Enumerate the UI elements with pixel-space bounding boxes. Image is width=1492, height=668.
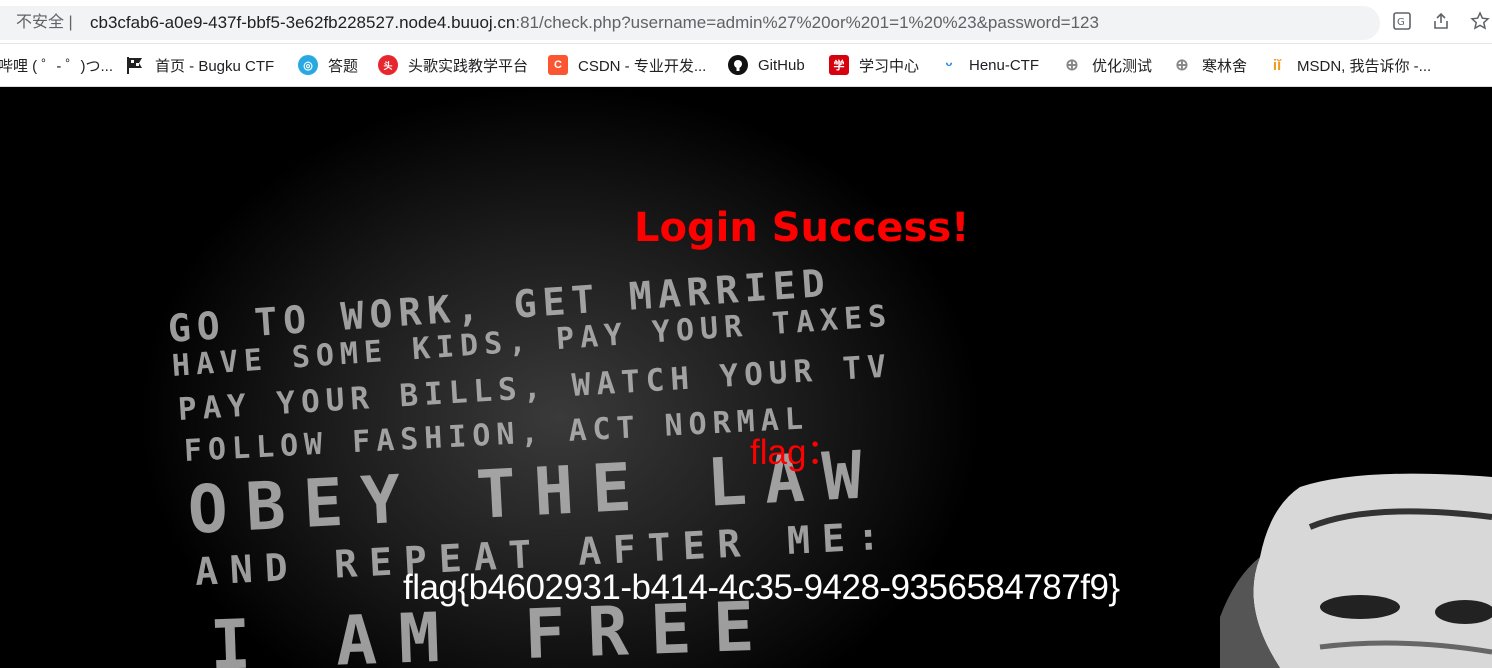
page-content: GO TO WORK, GET MARRIED HAVE SOME KIDS, … bbox=[0, 87, 1492, 668]
toutiao-icon: 头 bbox=[378, 55, 398, 75]
bookmark-label: 寒林舍 bbox=[1202, 57, 1248, 75]
bookmark-henu[interactable]: ᵕ Henu-CTF bbox=[939, 44, 1040, 86]
star-icon[interactable] bbox=[1468, 9, 1492, 33]
bookmark-study[interactable]: 学 学习中心 bbox=[829, 44, 919, 86]
bookmark-label: 头歌实践教学平台 bbox=[408, 57, 529, 75]
bookmark-label: 答题 bbox=[328, 57, 359, 75]
flag-icon bbox=[125, 55, 145, 75]
url-path: :81/check.php?username=admin%27%20or%201… bbox=[515, 13, 1099, 32]
msdn-icon: iǐ bbox=[1272, 56, 1282, 74]
bookmark-csdn[interactable]: C CSDN - 专业开发... bbox=[548, 44, 706, 86]
bookmark-label: 首页 - Bugku CTF bbox=[155, 57, 275, 75]
flag-label: flag： bbox=[750, 433, 842, 472]
bookmark-label: 哔哩 ( ゜- ゜)つ... bbox=[0, 57, 113, 75]
bookmark-quiz[interactable]: ◎ 答题 bbox=[298, 44, 358, 86]
translate-icon[interactable]: G bbox=[1390, 9, 1414, 33]
bookmark-hanlinshe[interactable]: ⊕ 寒林舍 bbox=[1172, 44, 1247, 86]
bookmark-label: 优化测试 bbox=[1092, 57, 1153, 75]
svg-text:G: G bbox=[1397, 17, 1405, 28]
share-icon[interactable] bbox=[1429, 9, 1453, 33]
bookmark-github[interactable]: GitHub bbox=[728, 44, 805, 86]
security-indicator[interactable]: 不安全 | bbox=[16, 6, 73, 40]
bookmark-label: 学习中心 bbox=[859, 57, 920, 75]
github-icon bbox=[728, 55, 748, 75]
bookmark-label: MSDN, 我告诉你 -... bbox=[1297, 57, 1432, 75]
bookmark-label: GitHub bbox=[758, 56, 805, 74]
globe-icon: ⊕ bbox=[1065, 57, 1079, 74]
csdn-icon: C bbox=[548, 55, 568, 75]
bookmark-optimize[interactable]: ⊕ 优化测试 bbox=[1062, 44, 1152, 86]
address-bar: 不安全 | cb3cfab6-a0e9-437f-bbf5-3e62fb2285… bbox=[0, 0, 1492, 44]
omnibox[interactable]: 不安全 | cb3cfab6-a0e9-437f-bbf5-3e62fb2285… bbox=[0, 6, 1380, 40]
henu-icon: ᵕ bbox=[945, 55, 953, 74]
bookmarks-bar: 哔哩 ( ゜- ゜)つ... 首页 - Bugku CTF ◎ 答题 头 头歌实… bbox=[0, 44, 1492, 87]
bookmark-bilibili[interactable]: 哔哩 ( ゜- ゜)つ... bbox=[0, 44, 113, 86]
flag-value: flag{b4602931-b414-4c35-9428-9356584787f… bbox=[403, 568, 1120, 607]
bookmark-bugku[interactable]: 首页 - Bugku CTF bbox=[125, 44, 274, 86]
mask-image bbox=[1220, 473, 1492, 668]
url-field[interactable]: cb3cfab6-a0e9-437f-bbf5-3e62fb228527.nod… bbox=[90, 6, 1099, 40]
url-host: cb3cfab6-a0e9-437f-bbf5-3e62fb228527.nod… bbox=[90, 13, 516, 32]
bookmark-toutiao[interactable]: 头 头歌实践教学平台 bbox=[378, 44, 528, 86]
bookmark-label: Henu-CTF bbox=[969, 56, 1040, 74]
login-success-title: Login Success! bbox=[634, 205, 970, 251]
bookmark-msdn[interactable]: iǐ MSDN, 我告诉你 -... bbox=[1267, 44, 1431, 86]
bookmark-label: CSDN - 专业开发... bbox=[578, 57, 707, 75]
study-icon: 学 bbox=[829, 55, 849, 75]
quiz-icon: ◎ bbox=[298, 55, 318, 75]
globe-icon: ⊕ bbox=[1175, 57, 1189, 74]
